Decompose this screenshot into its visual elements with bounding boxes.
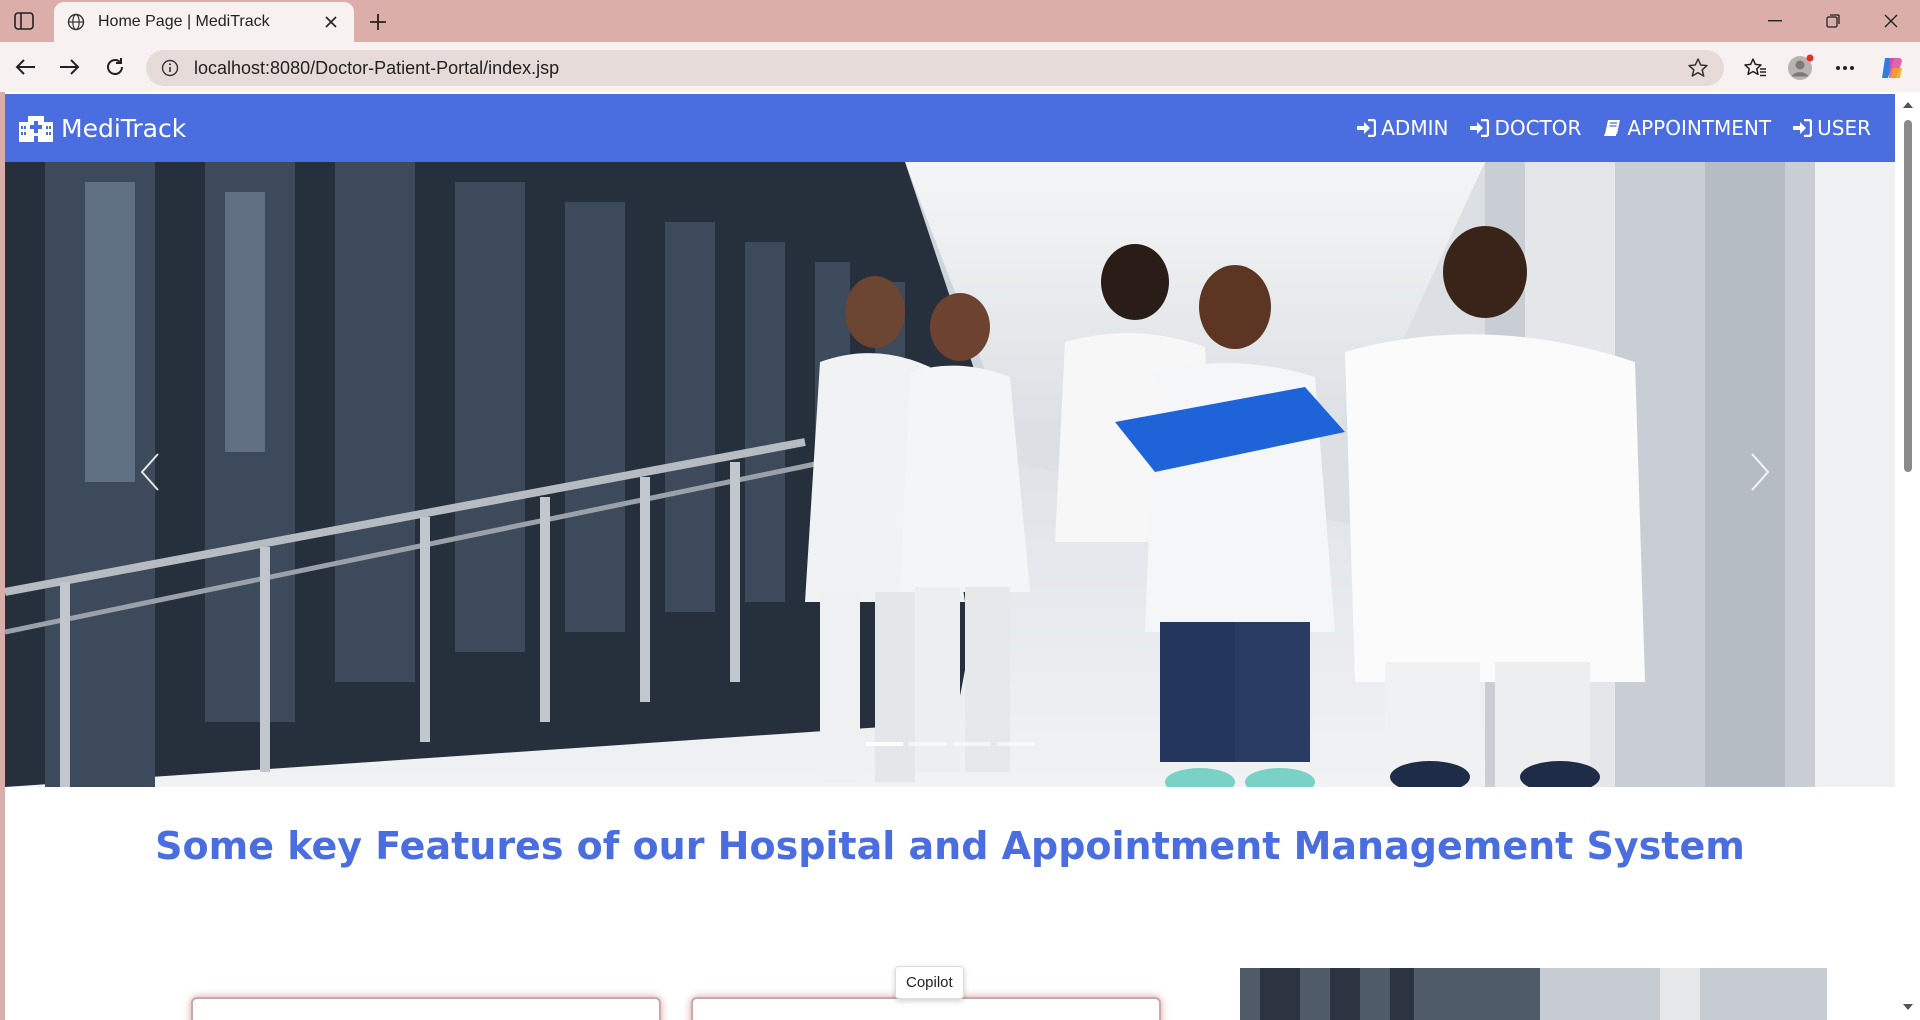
browser-tab[interactable]: Home Page | MediTrack	[54, 2, 354, 42]
sign-in-icon	[1355, 118, 1377, 138]
feature-card	[191, 997, 661, 1020]
nav-user-label: USER	[1817, 116, 1871, 140]
tab-title: Home Page | MediTrack	[98, 13, 270, 30]
hero-carousel	[5, 162, 1895, 787]
more-options-icon[interactable]	[1830, 53, 1860, 83]
reload-icon[interactable]	[100, 52, 130, 82]
back-icon[interactable]	[10, 52, 40, 82]
brand-name: MediTrack	[61, 113, 187, 143]
hospital-icon	[19, 116, 53, 142]
nav-appointment-label: APPOINTMENT	[1627, 116, 1772, 140]
copilot-tooltip: Copilot	[895, 966, 964, 999]
page-scrollbar[interactable]	[1895, 92, 1920, 1020]
carousel-indicator-1[interactable]	[865, 742, 903, 746]
carousel-prev-icon[interactable]	[130, 442, 170, 502]
address-bar[interactable]: localhost:8080/Doctor-Patient-Portal/ind…	[146, 50, 1724, 86]
feature-card	[691, 997, 1161, 1020]
nav-links: ADMIN DOCTOR APPOINTMENT USER	[1355, 94, 1871, 162]
globe-icon	[66, 12, 86, 32]
scroll-up-icon[interactable]	[1901, 98, 1915, 112]
url-text: localhost:8080/Doctor-Patient-Portal/ind…	[194, 57, 560, 78]
sign-in-icon	[1468, 118, 1490, 138]
nav-doctor-label: DOCTOR	[1494, 116, 1582, 140]
site-info-icon[interactable]	[160, 58, 180, 78]
carousel-indicator-4[interactable]	[997, 742, 1035, 746]
restore-icon[interactable]	[1804, 0, 1862, 42]
forward-icon[interactable]	[55, 52, 85, 82]
carousel-indicator-3[interactable]	[953, 742, 991, 746]
brand-link[interactable]: MediTrack	[19, 114, 186, 143]
hero-image-doctors-corridor	[5, 162, 1895, 787]
favorite-star-icon[interactable]	[1686, 56, 1710, 80]
favorites-icon[interactable]	[1740, 53, 1770, 83]
close-window-icon[interactable]	[1862, 0, 1920, 42]
nav-user-link[interactable]: USER	[1791, 116, 1871, 140]
new-tab-button[interactable]	[364, 8, 392, 36]
sidebar-toggle-icon[interactable]	[12, 9, 36, 33]
page-viewport: MediTrack ADMIN DOCTOR APPOINTMENT USER	[5, 92, 1920, 1020]
scroll-thumb[interactable]	[1904, 120, 1912, 472]
nav-appointment-link[interactable]: APPOINTMENT	[1601, 116, 1771, 140]
window-controls	[1746, 0, 1920, 42]
scroll-down-icon[interactable]	[1901, 1000, 1915, 1014]
features-heading: Some key Features of our Hospital and Ap…	[155, 824, 1745, 868]
close-tab-icon[interactable]	[320, 11, 342, 33]
copilot-icon[interactable]	[1877, 53, 1907, 83]
site-navbar: MediTrack ADMIN DOCTOR APPOINTMENT USER	[5, 94, 1895, 162]
minimize-icon[interactable]	[1746, 0, 1804, 42]
sign-in-icon	[1791, 118, 1813, 138]
carousel-next-icon[interactable]	[1740, 442, 1780, 502]
browser-tab-strip: Home Page | MediTrack	[0, 0, 1920, 42]
browser-toolbar: localhost:8080/Doctor-Patient-Portal/ind…	[0, 42, 1920, 92]
book-icon	[1601, 118, 1623, 138]
carousel-indicator-2[interactable]	[909, 742, 947, 746]
nav-doctor-link[interactable]: DOCTOR	[1468, 116, 1581, 140]
nav-admin-label: ADMIN	[1381, 116, 1449, 140]
carousel-indicators	[865, 742, 1035, 746]
profile-avatar-icon[interactable]	[1785, 53, 1815, 83]
nav-admin-link[interactable]: ADMIN	[1355, 116, 1448, 140]
feature-image	[1240, 968, 1827, 1020]
